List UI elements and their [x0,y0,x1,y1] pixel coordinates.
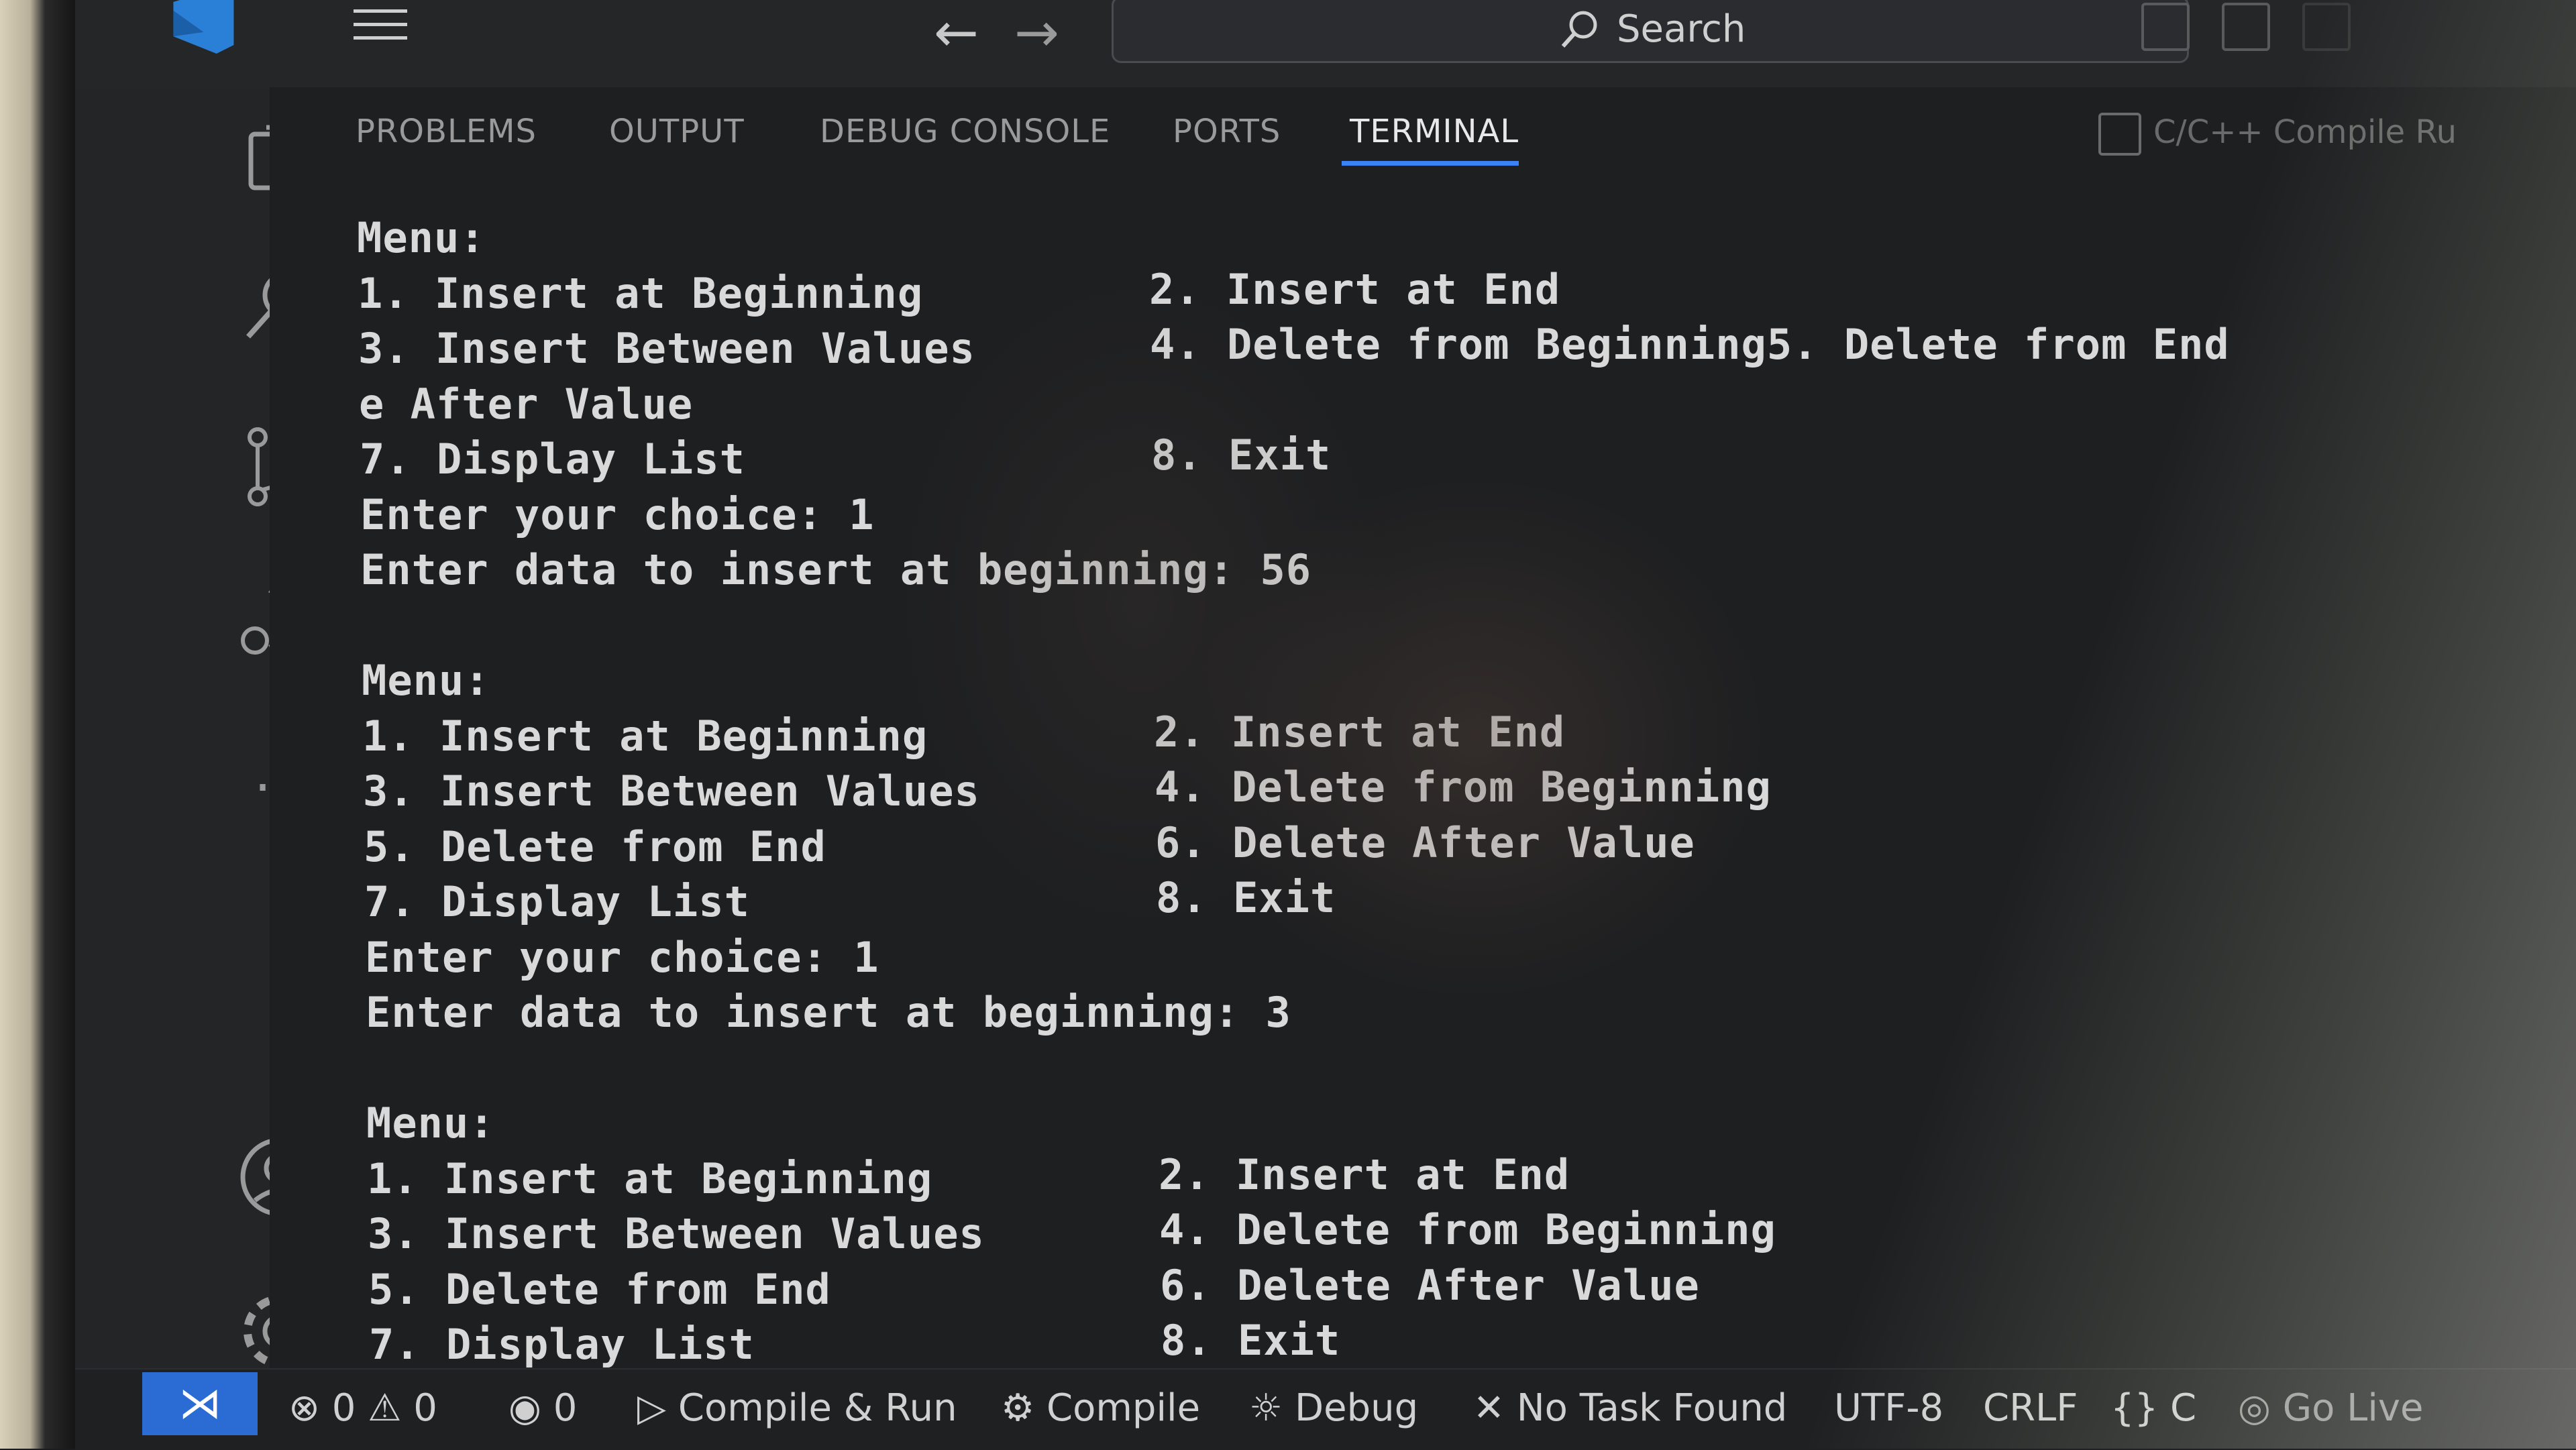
broadcast-icon: ◎ [2238,1386,2271,1430]
terminal-line-right: 8. Exit [1156,873,1336,922]
terminal-line-left: 5. Delete from End [364,822,826,871]
play-icon: ▷ [637,1386,667,1430]
tab-problems[interactable]: PROBLEMS [356,113,537,150]
debug-label: Debug [1295,1386,1419,1430]
language-status[interactable]: {} C [2110,1368,2196,1449]
activity-bar: ··· [75,87,321,1368]
toggle-panel-icon[interactable] [2222,3,2270,51]
debug-button[interactable]: ☼ Debug [1249,1368,1418,1449]
terminal-line-left: 3. Insert Between Values [363,767,980,816]
ports-count: 0 [553,1386,578,1430]
terminal-line-right: 4. Delete from Beginning [1159,1205,1776,1254]
close-icon: ✕ [1473,1386,1505,1430]
terminal-line-right: 6. Delete After Value [1160,1261,1700,1310]
terminal-line-left: 5. Delete from End [368,1265,831,1314]
problems-status[interactable]: ⊗ 0 ⚠ 0 [288,1368,437,1449]
terminal-line-left: 1. Insert at Beginning [362,712,928,761]
toggle-sidebar-icon[interactable] [2141,3,2190,51]
compile-run-label: Compile & Run [678,1386,957,1430]
no-task-label: No Task Found [1516,1386,1788,1430]
go-live-button[interactable]: ◎ Go Live [2238,1368,2424,1449]
screen-bezel [0,0,75,1449]
terminal-line-left: 7. Display List [369,1320,755,1369]
terminal-line-right: 2. Insert at End [1154,708,1566,757]
terminal-line-right: 2. Insert at End [1159,1150,1570,1199]
title-bar: ← → Search [75,0,2576,89]
active-tab-indicator [1342,161,1519,166]
command-search-box[interactable]: Search [1112,0,2189,63]
terminal-line-left: Menu: [357,213,486,262]
go-live-label: Go Live [2282,1386,2424,1430]
tab-ports[interactable]: PORTS [1173,113,1281,150]
remote-indicator-icon[interactable]: ⋊ [142,1372,258,1435]
terminal-line-left: 3. Insert Between Values [358,324,975,373]
terminal-icon [2098,113,2141,156]
terminal-line-right: 4. Delete from Beginning5. Delete from E… [1150,320,2230,369]
terminal-line-right: 6. Delete After Value [1155,818,1695,867]
terminal-line-left: Enter data to insert at beginning: 56 [360,545,1312,594]
compile-button[interactable]: ⚙ Compile [1001,1368,1200,1449]
terminal-line-right: 4. Delete from Beginning [1155,763,1772,812]
forward-arrow-icon[interactable]: → [1014,1,1059,64]
terminal-line-right: 8. Exit [1161,1316,1341,1365]
toggle-secondary-sidebar-icon[interactable] [2302,3,2351,51]
gear-icon: ⚙ [1001,1386,1035,1430]
search-label: Search [1617,7,1746,51]
terminal-line-left: Enter your choice: 1 [360,490,875,539]
warning-count: 0 [413,1386,437,1430]
warning-icon: ⚠ [368,1386,402,1430]
back-arrow-icon[interactable]: ← [934,1,979,64]
vscode-logo-icon[interactable] [156,0,243,54]
error-count: 0 [331,1386,356,1430]
terminal-line-left: Enter data to insert at beginning: 3 [366,988,1291,1037]
task-status[interactable]: ✕ No Task Found [1473,1368,1787,1449]
terminal-line-left: 3. Insert Between Values [368,1209,985,1258]
terminal-line-left: Menu: [362,656,490,705]
error-icon: ⊗ [288,1386,320,1430]
terminal-line-left: 7. Display List [360,435,745,484]
tab-terminal[interactable]: TERMINAL [1350,113,1519,150]
ports-status[interactable]: ◉ 0 [508,1368,577,1449]
tab-debug-console[interactable]: DEBUG CONSOLE [820,113,1110,150]
terminal-line-left: Menu: [366,1099,495,1148]
encoding-status[interactable]: UTF-8 [1834,1368,1943,1449]
search-icon [1561,11,1597,48]
eol-status[interactable]: CRLF [1983,1368,2078,1449]
terminal-instance-label: C/C++ Compile Ru [2153,113,2457,151]
terminal-line-left: e After Value [359,380,694,429]
terminal-line-right: 2. Insert at End [1149,265,1561,314]
terminal-instance-tab[interactable]: C/C++ Compile Ru [2098,113,2457,156]
terminal-line-left: 1. Insert at Beginning [367,1154,933,1203]
terminal-line-left: 1. Insert at Beginning [358,269,924,318]
terminal-line-left: 7. Display List [364,877,750,926]
compile-run-button[interactable]: ▷ Compile & Run [637,1368,957,1449]
hamburger-menu-icon[interactable] [350,5,411,46]
terminal-line-right: 8. Exit [1151,431,1332,480]
compile-label: Compile [1046,1386,1201,1430]
broadcast-icon: ◉ [508,1386,541,1430]
bug-icon: ☼ [1249,1386,1283,1430]
tab-output[interactable]: OUTPUT [609,113,745,150]
terminal-line-left: Enter your choice: 1 [365,933,879,982]
